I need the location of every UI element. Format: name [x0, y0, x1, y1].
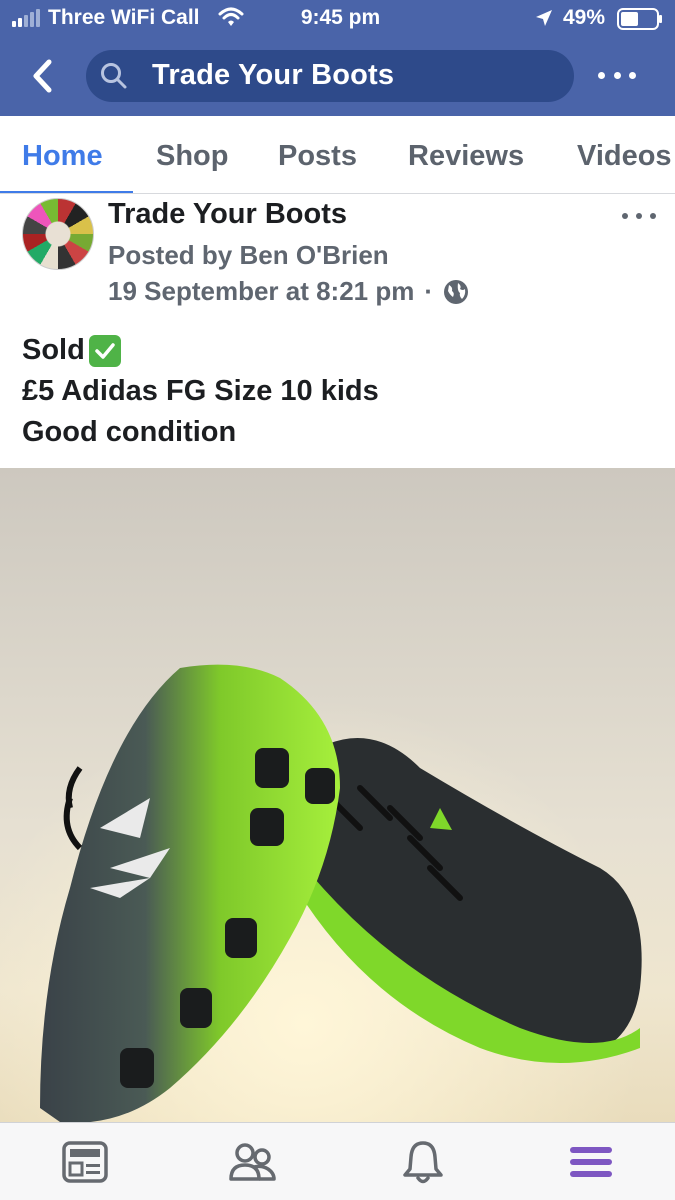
separator: · — [424, 276, 434, 306]
post-line-3: Good condition — [22, 416, 237, 448]
tab-home[interactable]: Home — [22, 140, 103, 173]
post-page-name[interactable]: Trade Your Boots — [108, 198, 347, 231]
location-arrow-icon — [536, 10, 552, 26]
battery-percentage: 49% — [563, 6, 606, 29]
news-feed-icon[interactable] — [60, 1137, 110, 1187]
check-mark-button-emoji — [88, 334, 121, 367]
top-header: Three WiFi Call 9:45 pm 49% Trade Your B… — [0, 0, 675, 116]
search-query: Trade Your Boots — [152, 59, 395, 91]
tab-reviews[interactable]: Reviews — [408, 140, 524, 173]
post-header: Trade Your Boots Posted by Ben O'Brien 1… — [0, 194, 675, 324]
tab-shop[interactable]: Shop — [156, 140, 229, 173]
post-timestamp[interactable]: 19 September at 8:21 pm · — [108, 276, 469, 307]
post-photo[interactable] — [0, 468, 675, 1122]
post-options-icon[interactable] — [622, 210, 656, 222]
post-date-text: 19 September at 8:21 pm — [108, 276, 415, 306]
groups-icon[interactable] — [228, 1137, 278, 1187]
bottom-nav — [0, 1122, 675, 1200]
tab-videos[interactable]: Videos — [577, 140, 672, 173]
post-line-1: Sold — [22, 330, 662, 371]
search-bar[interactable]: Trade Your Boots — [86, 50, 574, 102]
battery-icon — [617, 8, 662, 30]
post-line-2: £5 Adidas FG Size 10 kids — [22, 375, 379, 407]
post-text: Sold £5 Adidas FG Size 10 kids Good cond… — [22, 330, 662, 453]
notifications-bell-icon[interactable] — [398, 1137, 448, 1187]
search-icon — [101, 63, 127, 89]
page-tabs: Home Shop Posts Reviews Videos — [0, 116, 675, 194]
status-bar: Three WiFi Call 9:45 pm 49% — [0, 0, 675, 38]
globe-icon — [444, 279, 469, 304]
more-icon[interactable] — [598, 62, 636, 88]
boots-image — [0, 468, 675, 1122]
sold-text: Sold — [22, 334, 85, 366]
back-button[interactable] — [24, 56, 62, 96]
avatar[interactable] — [22, 198, 94, 270]
posted-by[interactable]: Posted by Ben O'Brien — [108, 240, 389, 271]
back-icon — [33, 59, 52, 93]
menu-icon[interactable] — [566, 1137, 616, 1187]
tab-posts[interactable]: Posts — [278, 140, 357, 173]
